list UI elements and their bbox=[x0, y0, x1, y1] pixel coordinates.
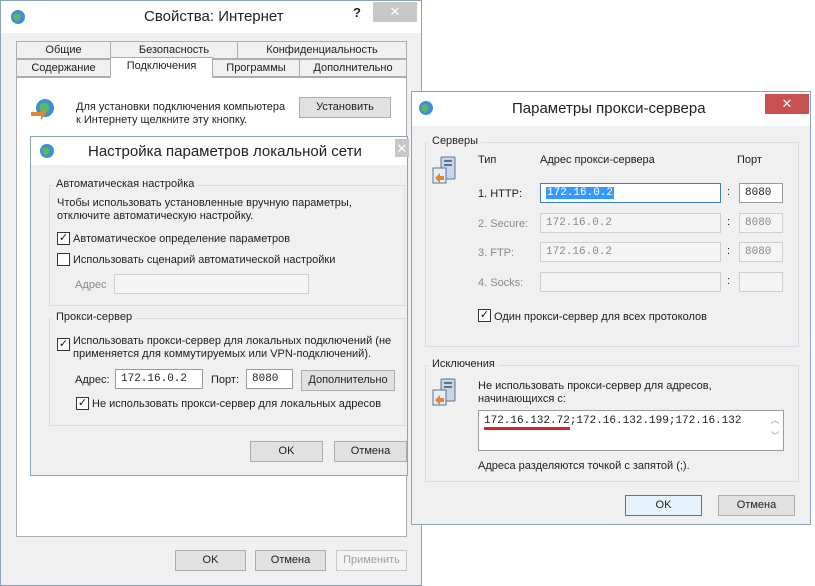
http-address-selected-text: 172.16.0.2 bbox=[546, 187, 615, 199]
http-colon: : bbox=[727, 186, 731, 198]
internet-properties-title: Свойства: Интернет bbox=[144, 8, 284, 25]
proxy-settings-window: Параметры прокси-сервера ✕ Серверы Тип А… bbox=[411, 91, 811, 525]
proxy-settings-titlebar[interactable]: Параметры прокси-сервера ✕ bbox=[412, 92, 810, 126]
tab-programs[interactable]: Программы bbox=[212, 59, 300, 77]
proxy-port-input[interactable]: 8080 bbox=[246, 369, 293, 389]
use-proxy-label-line2[interactable]: применяется для коммутируемых или VPN-по… bbox=[73, 348, 371, 361]
exceptions-computer-icon bbox=[432, 378, 456, 406]
network-setup-icon bbox=[31, 99, 54, 120]
ftp-port-input[interactable]: 8080 bbox=[739, 242, 783, 262]
exceptions-description-line1: Не использовать прокси-сервер для адресо… bbox=[478, 380, 712, 392]
auto-detect-label[interactable]: Автоматическое определение параметров bbox=[73, 233, 290, 246]
proxy-port-label: Порт: bbox=[211, 374, 239, 386]
lan-settings-title: Настройка параметров локальной сети bbox=[88, 143, 362, 160]
http-address-input[interactable]: 172.16.0.2 bbox=[540, 183, 721, 203]
tab-content[interactable]: Содержание bbox=[16, 59, 111, 77]
exceptions-other-addresses: ;172.16.132.199;172.16.132 bbox=[569, 415, 742, 427]
socks-colon: : bbox=[727, 275, 731, 287]
exceptions-group-label: Исключения bbox=[429, 358, 498, 370]
same-proxy-checkbox[interactable]: ✓ bbox=[478, 309, 491, 322]
lan-settings-close-button[interactable]: ✕ bbox=[395, 139, 409, 157]
socks-port-input[interactable] bbox=[739, 272, 783, 292]
proxy-server-group-label: Прокси-сервер bbox=[53, 311, 136, 323]
tab-privacy[interactable]: Конфиденциальность bbox=[237, 41, 407, 59]
secure-label: 2. Secure: bbox=[478, 218, 529, 230]
proxy-cancel-button[interactable]: Отмена bbox=[718, 495, 795, 516]
proxy-settings-title: Параметры прокси-сервера bbox=[512, 100, 706, 117]
ftp-label: 3. FTP: bbox=[478, 247, 515, 259]
auto-detect-checkbox[interactable]: ✓ bbox=[57, 232, 70, 245]
exceptions-hint: Адреса разделяются точкой с запятой (;). bbox=[478, 460, 690, 472]
column-type-header: Тип bbox=[478, 154, 497, 166]
lan-settings-icon bbox=[40, 144, 54, 158]
internet-properties-titlebar[interactable]: Свойства: Интернет ? ✕ bbox=[1, 1, 421, 33]
lan-settings-titlebar[interactable]: Настройка параметров локальной сети ✕ bbox=[31, 137, 409, 165]
column-port-header: Порт bbox=[737, 154, 762, 166]
auto-config-description-line1: Чтобы использовать установленные вручную… bbox=[57, 197, 352, 209]
help-button[interactable]: ? bbox=[353, 5, 361, 20]
proxy-address-label: Адрес: bbox=[75, 374, 110, 386]
setup-button[interactable]: Установить bbox=[299, 97, 391, 118]
auto-script-checkbox[interactable] bbox=[57, 253, 70, 266]
script-address-label: Адрес bbox=[75, 279, 107, 291]
socks-label: 4. Socks: bbox=[478, 277, 524, 289]
apply-button[interactable]: Применить bbox=[336, 550, 407, 571]
auto-config-description-line2: отключите автоматическую настройку. bbox=[57, 210, 254, 222]
internet-cancel-button[interactable]: Отмена bbox=[255, 550, 326, 571]
tab-general[interactable]: Общие bbox=[16, 41, 111, 59]
same-proxy-label[interactable]: Один прокси-сервер для всех протоколов bbox=[494, 311, 707, 324]
internet-globe-icon bbox=[11, 10, 25, 24]
proxy-ok-button[interactable]: OK bbox=[625, 495, 702, 516]
secure-colon: : bbox=[727, 216, 731, 228]
lan-ok-button[interactable]: OK bbox=[250, 441, 323, 462]
secure-port-input[interactable]: 8080 bbox=[739, 213, 783, 233]
ftp-colon: : bbox=[727, 245, 731, 257]
bypass-local-checkbox[interactable]: ✓ bbox=[76, 397, 89, 410]
exceptions-description-line2: начинающихся с: bbox=[478, 393, 566, 405]
use-proxy-checkbox[interactable]: ✓ bbox=[57, 338, 70, 351]
proxy-settings-close-button[interactable]: ✕ bbox=[765, 94, 809, 114]
setup-description-line1: Для установки подключения компьютера bbox=[76, 101, 286, 113]
advanced-button[interactable]: Дополнительно bbox=[301, 370, 395, 391]
internet-properties-close-button[interactable]: ✕ bbox=[373, 2, 417, 22]
column-address-header: Адрес прокси-сервера bbox=[540, 154, 655, 166]
secure-address-input[interactable]: 172.16.0.2 bbox=[540, 213, 721, 233]
server-computer-icon bbox=[432, 156, 456, 184]
lan-settings-window: Настройка параметров локальной сети ✕ Ав… bbox=[30, 136, 409, 476]
exceptions-first-address: 172.16.132.72 bbox=[484, 415, 570, 430]
auto-config-group-label: Автоматическая настройка bbox=[53, 178, 198, 190]
scroll-up-icon[interactable]: ︿ bbox=[769, 413, 781, 429]
setup-description-line2: к Интернету щелкните эту кнопку. bbox=[76, 114, 248, 126]
proxy-address-input[interactable]: 172.16.0.2 bbox=[115, 369, 203, 389]
servers-group-label: Серверы bbox=[429, 135, 482, 147]
internet-ok-button[interactable]: OK bbox=[175, 550, 246, 571]
auto-script-label[interactable]: Использовать сценарий автоматической нас… bbox=[73, 254, 335, 267]
ftp-address-input[interactable]: 172.16.0.2 bbox=[540, 242, 721, 262]
use-proxy-label-line1[interactable]: Использовать прокси-сервер для локальных… bbox=[73, 335, 391, 348]
script-address-input[interactable] bbox=[114, 274, 309, 294]
tab-advanced[interactable]: Дополнительно bbox=[299, 59, 407, 77]
http-port-input[interactable]: 8080 bbox=[739, 183, 783, 203]
bypass-local-label[interactable]: Не использовать прокси-сервер для локаль… bbox=[92, 398, 381, 411]
scroll-down-icon[interactable]: ﹀ bbox=[769, 429, 781, 445]
proxy-settings-icon bbox=[419, 101, 433, 115]
http-label: 1. HTTP: bbox=[478, 188, 523, 200]
tab-connections[interactable]: Подключения bbox=[110, 57, 213, 78]
exceptions-scrollbar[interactable]: ︿ ﹀ bbox=[769, 413, 781, 448]
socks-address-input[interactable] bbox=[540, 272, 721, 292]
exceptions-textarea[interactable]: 172.16.132.72;172.16.132.199;172.16.132 … bbox=[478, 410, 784, 451]
lan-cancel-button[interactable]: Отмена bbox=[334, 441, 407, 462]
